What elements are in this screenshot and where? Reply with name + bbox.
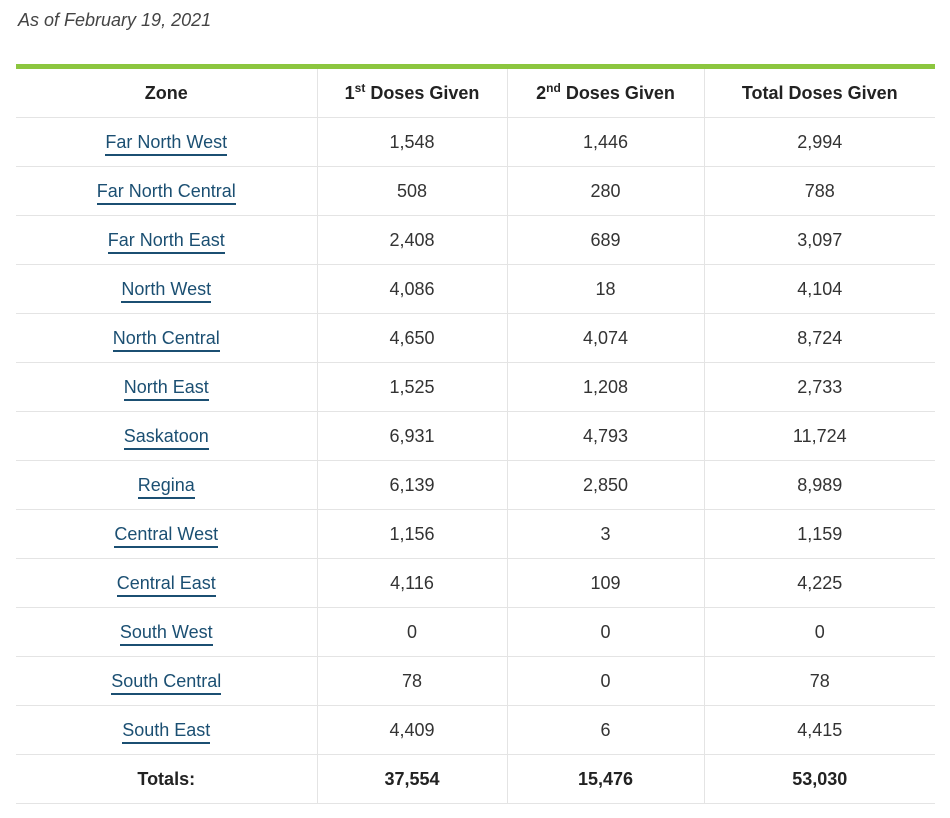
second-doses-cell: 689 [506,215,704,265]
total-doses-cell: 0 [703,607,935,657]
second-doses-cell: 0 [506,607,704,657]
first-doses-cell: 6,139 [316,460,507,510]
totals-label: Totals: [16,754,317,804]
table-row: North Central 4,650 4,074 8,724 [16,313,935,363]
zone-cell: South Central [16,656,317,706]
zone-link-far-north-west[interactable]: Far North West [105,131,228,156]
zone-cell: North Central [16,313,317,363]
header-first-sup: st [354,80,366,95]
zone-cell: Central East [16,558,317,608]
first-doses-cell: 4,086 [316,264,507,314]
header-second-sup: nd [546,80,561,95]
table-row: Far North West 1,548 1,446 2,994 [16,117,935,167]
second-doses-cell: 109 [506,558,704,608]
header-second-rest: Doses Given [560,82,675,103]
zone-cell: Far North West [16,117,317,167]
first-doses-cell: 4,116 [316,558,507,608]
table-row: South Central 78 0 78 [16,656,935,706]
second-doses-cell: 2,850 [506,460,704,510]
total-doses-cell: 8,989 [703,460,935,510]
first-doses-cell: 1,525 [316,362,507,412]
table-body: Far North West 1,548 1,446 2,994 Far Nor… [16,117,935,804]
header-first-doses: 1st Doses Given [316,69,507,118]
zone-link-south-central[interactable]: South Central [111,670,222,695]
total-doses-cell: 3,097 [703,215,935,265]
zone-cell: North West [16,264,317,314]
second-doses-cell: 0 [506,656,704,706]
first-doses-cell: 0 [316,607,507,657]
zone-link-saskatoon[interactable]: Saskatoon [123,425,209,450]
table-row: Far North Central 508 280 788 [16,166,935,216]
table-row: North East 1,525 1,208 2,733 [16,362,935,412]
second-doses-cell: 1,446 [506,117,704,167]
totals-first-doses: 37,554 [316,754,507,804]
zone-cell: Saskatoon [16,411,317,461]
zone-link-central-east[interactable]: Central East [116,572,216,597]
first-doses-cell: 508 [316,166,507,216]
total-doses-cell: 4,104 [703,264,935,314]
table-row: Central East 4,116 109 4,225 [16,558,935,608]
totals-row: Totals: 37,554 15,476 53,030 [16,754,935,804]
table-row: Central West 1,156 3 1,159 [16,509,935,559]
zone-cell: Far North Central [16,166,317,216]
table-row: South East 4,409 6 4,415 [16,705,935,755]
zone-link-far-north-central[interactable]: Far North Central [96,180,236,205]
zone-link-north-east[interactable]: North East [123,376,209,401]
first-doses-cell: 78 [316,656,507,706]
header-second-doses: 2nd Doses Given [506,69,704,118]
first-doses-cell: 2,408 [316,215,507,265]
doses-table-container: Zone 1st Doses Given 2nd Doses Given Tot… [16,64,935,804]
zone-link-central-west[interactable]: Central West [114,523,219,548]
totals-total-doses: 53,030 [703,754,935,804]
first-doses-cell: 4,650 [316,313,507,363]
total-doses-cell: 78 [703,656,935,706]
table-row: South West 0 0 0 [16,607,935,657]
total-doses-cell: 788 [703,166,935,216]
zone-cell: North East [16,362,317,412]
header-first-num: 1 [344,82,355,103]
total-doses-cell: 4,415 [703,705,935,755]
first-doses-cell: 1,548 [316,117,507,167]
second-doses-cell: 6 [506,705,704,755]
first-doses-cell: 4,409 [316,705,507,755]
second-doses-cell: 18 [506,264,704,314]
header-first-rest: Doses Given [365,82,480,103]
zone-link-north-west[interactable]: North West [121,278,212,303]
second-doses-cell: 280 [506,166,704,216]
second-doses-cell: 4,793 [506,411,704,461]
table-row: North West 4,086 18 4,104 [16,264,935,314]
doses-table: Zone 1st Doses Given 2nd Doses Given Tot… [16,69,935,804]
zone-cell: Central West [16,509,317,559]
total-doses-cell: 2,994 [703,117,935,167]
zone-link-north-central[interactable]: North Central [112,327,220,352]
zone-cell: South West [16,607,317,657]
totals-second-doses: 15,476 [506,754,704,804]
first-doses-cell: 1,156 [316,509,507,559]
header-zone: Zone [16,69,317,118]
table-header-row: Zone 1st Doses Given 2nd Doses Given Tot… [16,69,935,118]
header-total-doses: Total Doses Given [703,69,935,118]
header-second-num: 2 [536,82,547,103]
second-doses-cell: 3 [506,509,704,559]
total-doses-cell: 1,159 [703,509,935,559]
second-doses-cell: 4,074 [506,313,704,363]
zone-cell: South East [16,705,317,755]
total-doses-cell: 8,724 [703,313,935,363]
total-doses-cell: 11,724 [703,411,935,461]
zone-link-south-east[interactable]: South East [122,719,211,744]
zone-cell: Regina [16,460,317,510]
table-row: Far North East 2,408 689 3,097 [16,215,935,265]
first-doses-cell: 6,931 [316,411,507,461]
total-doses-cell: 2,733 [703,362,935,412]
zone-cell: Far North East [16,215,317,265]
zone-link-south-west[interactable]: South West [119,621,213,646]
table-row: Regina 6,139 2,850 8,989 [16,460,935,510]
second-doses-cell: 1,208 [506,362,704,412]
zone-link-regina[interactable]: Regina [137,474,195,499]
zone-link-far-north-east[interactable]: Far North East [107,229,225,254]
total-doses-cell: 4,225 [703,558,935,608]
table-row: Saskatoon 6,931 4,793 11,724 [16,411,935,461]
as-of-date: As of February 19, 2021 [18,10,212,30]
